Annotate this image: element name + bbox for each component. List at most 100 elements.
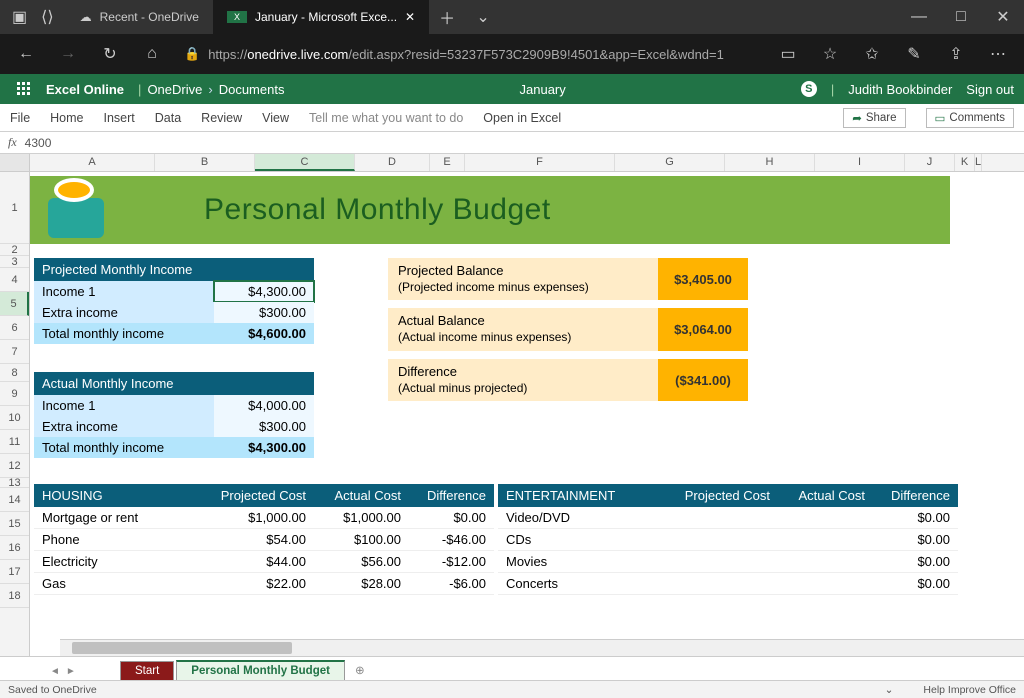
cell[interactable]: Mortgage or rent: [34, 507, 209, 528]
cell-label[interactable]: Income 1: [34, 395, 214, 416]
active-cell[interactable]: $4,300.00: [214, 281, 314, 302]
table-row[interactable]: CDs $0.00: [498, 529, 958, 551]
column-header-K[interactable]: K: [955, 154, 975, 171]
document-name[interactable]: January: [284, 82, 800, 97]
maximize-button[interactable]: □: [940, 0, 982, 34]
scrollbar-thumb[interactable]: [72, 642, 292, 654]
sheet-nav-prev-icon[interactable]: ◄: [50, 666, 60, 677]
forward-button[interactable]: →: [50, 38, 86, 70]
cell[interactable]: $0.00: [873, 573, 958, 594]
close-window-button[interactable]: ✕: [982, 0, 1024, 34]
table-row[interactable]: Electricity$44.00$56.00-$12.00: [34, 551, 494, 573]
cell[interactable]: Electricity: [34, 551, 209, 572]
row-header-11[interactable]: 11: [0, 430, 29, 454]
formula-input[interactable]: 4300: [25, 136, 1016, 150]
table-row[interactable]: Phone$54.00$100.00-$46.00: [34, 529, 494, 551]
tab-actions-icon[interactable]: ⌄: [465, 0, 501, 34]
browser-tab-excel[interactable]: X January - Microsoft Exce... ✕: [213, 0, 429, 34]
column-header-D[interactable]: D: [355, 154, 430, 171]
cell[interactable]: $54.00: [209, 529, 314, 550]
minimize-button[interactable]: —: [898, 0, 940, 34]
app-launcher-icon[interactable]: [10, 82, 38, 96]
sheet-nav-next-icon[interactable]: ►: [66, 666, 76, 677]
share-button[interactable]: ➦Share: [843, 108, 905, 128]
new-tab-button[interactable]: ＋: [429, 0, 465, 34]
row-header-9[interactable]: 9: [0, 382, 29, 406]
browser-tab-onedrive[interactable]: ☁ Recent - OneDrive: [66, 0, 213, 34]
cell[interactable]: [778, 507, 873, 528]
table-row[interactable]: Video/DVD $0.00: [498, 507, 958, 529]
back-small-icon[interactable]: ⟨⟩: [41, 7, 53, 27]
breadcrumb-onedrive[interactable]: OneDrive: [147, 82, 202, 97]
cell[interactable]: Movies: [498, 551, 673, 572]
cell[interactable]: [673, 551, 778, 572]
tab-view[interactable]: View: [262, 111, 289, 125]
cell-value[interactable]: $4,000.00: [214, 395, 314, 416]
horizontal-scrollbar[interactable]: [60, 639, 1024, 656]
select-all-button[interactable]: [0, 154, 30, 171]
signout-link[interactable]: Sign out: [966, 82, 1014, 97]
column-header-I[interactable]: I: [815, 154, 905, 171]
table-row[interactable]: Movies $0.00: [498, 551, 958, 573]
refresh-button[interactable]: ↻: [92, 38, 128, 70]
row-header-4[interactable]: 4: [0, 268, 29, 292]
cell[interactable]: $1,000.00: [314, 507, 409, 528]
chevron-down-icon[interactable]: ⌄: [885, 684, 894, 696]
column-header-H[interactable]: H: [725, 154, 815, 171]
user-name[interactable]: Judith Bookbinder: [848, 82, 952, 97]
row-header-13[interactable]: 13: [0, 478, 29, 488]
back-button[interactable]: ←: [8, 38, 44, 70]
column-header-J[interactable]: J: [905, 154, 955, 171]
row-header-1[interactable]: 1: [0, 172, 29, 244]
column-header-F[interactable]: F: [465, 154, 615, 171]
reading-view-icon[interactable]: ▭: [770, 38, 806, 70]
row-header-18[interactable]: 18: [0, 584, 29, 608]
row-header-17[interactable]: 17: [0, 560, 29, 584]
row-header-15[interactable]: 15: [0, 512, 29, 536]
tab-file[interactable]: File: [10, 111, 30, 125]
cell[interactable]: Concerts: [498, 573, 673, 594]
address-bar[interactable]: 🔒 https://onedrive.live.com/edit.aspx?re…: [176, 39, 764, 69]
cell[interactable]: $1,000.00: [209, 507, 314, 528]
cell[interactable]: -$46.00: [409, 529, 494, 550]
column-header-A[interactable]: A: [30, 154, 155, 171]
cell[interactable]: $0.00: [873, 507, 958, 528]
column-header-L[interactable]: L: [975, 154, 982, 171]
add-sheet-button[interactable]: ⊕: [347, 660, 373, 680]
row-header-6[interactable]: 6: [0, 316, 29, 340]
cell[interactable]: $0.00: [873, 529, 958, 550]
column-header-G[interactable]: G: [615, 154, 725, 171]
cell[interactable]: [673, 529, 778, 550]
cell[interactable]: $22.00: [209, 573, 314, 594]
cell-value[interactable]: $4,600.00: [214, 323, 314, 344]
share-page-icon[interactable]: ⇪: [938, 38, 974, 70]
sheet-tab-budget[interactable]: Personal Monthly Budget: [176, 660, 345, 680]
cell[interactable]: [778, 573, 873, 594]
row-header-3[interactable]: 3: [0, 256, 29, 268]
column-header-E[interactable]: E: [430, 154, 465, 171]
cell[interactable]: [673, 507, 778, 528]
table-row[interactable]: Projected Balance(Projected income minus…: [388, 258, 748, 300]
tab-insert[interactable]: Insert: [104, 111, 135, 125]
column-header-B[interactable]: B: [155, 154, 255, 171]
more-icon[interactable]: ⋯: [980, 38, 1016, 70]
cell-label[interactable]: Total monthly income: [34, 437, 214, 458]
cell[interactable]: [673, 573, 778, 594]
row-header-12[interactable]: 12: [0, 454, 29, 478]
table-row[interactable]: Mortgage or rent$1,000.00$1,000.00$0.00: [34, 507, 494, 529]
row-header-16[interactable]: 16: [0, 536, 29, 560]
row-header-8[interactable]: 8: [0, 364, 29, 382]
table-row[interactable]: Actual Balance(Actual income minus expen…: [388, 308, 748, 350]
tab-home[interactable]: Home: [50, 111, 83, 125]
notes-icon[interactable]: ✎: [896, 38, 932, 70]
cell[interactable]: Phone: [34, 529, 209, 550]
cell[interactable]: CDs: [498, 529, 673, 550]
cell[interactable]: $0.00: [873, 551, 958, 572]
row-header-5[interactable]: 5: [0, 292, 29, 316]
cell[interactable]: [778, 551, 873, 572]
cell[interactable]: -$12.00: [409, 551, 494, 572]
cell-label[interactable]: Extra income: [34, 416, 214, 437]
cell[interactable]: Video/DVD: [498, 507, 673, 528]
close-tab-icon[interactable]: ✕: [405, 10, 415, 24]
tell-me-input[interactable]: Tell me what you want to do: [309, 111, 463, 125]
